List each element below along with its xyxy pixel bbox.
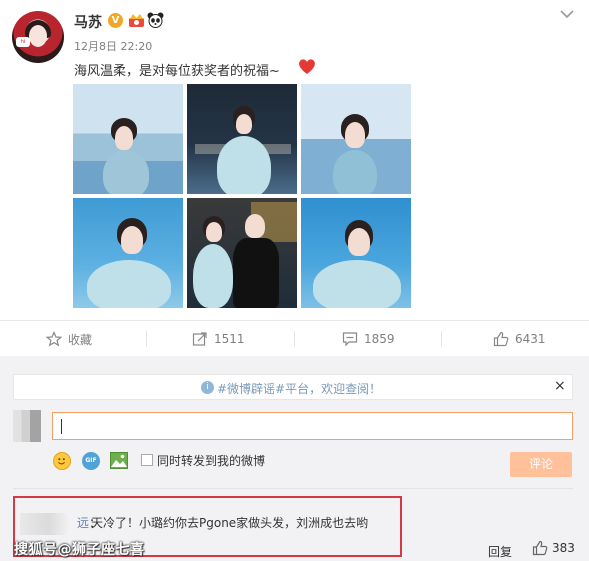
- star-icon: [46, 331, 62, 347]
- gif-icon[interactable]: GIF: [82, 452, 100, 470]
- post-photo-6[interactable]: [301, 198, 411, 308]
- verified-icon: V: [108, 13, 123, 28]
- submit-comment-button[interactable]: 评论: [510, 452, 572, 477]
- like-count: 6431: [515, 332, 546, 346]
- post-photo-3[interactable]: [301, 84, 411, 194]
- post-text: 海风温柔，是对每位获奖者的祝福~: [74, 64, 280, 79]
- heart-icon: [299, 59, 315, 74]
- crown-icon: [129, 14, 144, 27]
- rumor-notice-banner: i #微博辟谣#平台，欢迎查阅！ ×: [13, 374, 573, 400]
- post-photo-4[interactable]: [73, 198, 183, 308]
- text-cursor: [61, 419, 62, 434]
- comment-section: i #微博辟谣#平台，欢迎查阅！ × GIF 同时转发到我的微博 评论 远： 天…: [0, 356, 589, 561]
- divider: [441, 331, 442, 347]
- also-forward-checkbox[interactable]: [141, 454, 153, 466]
- thumbs-up-icon: [532, 540, 548, 556]
- also-forward-label: 同时转发到我的微博: [157, 454, 266, 468]
- comment-like-count: 383: [552, 541, 575, 555]
- comment-button[interactable]: 1859: [342, 321, 395, 357]
- post-action-bar: 收藏 1511 1859 6431: [0, 320, 589, 356]
- notice-text[interactable]: #微博辟谣#平台，欢迎查阅！: [217, 380, 381, 397]
- favorite-label: 收藏: [68, 332, 93, 347]
- post-photo-5[interactable]: [187, 198, 297, 308]
- current-user-avatar: [13, 410, 41, 442]
- forward-button[interactable]: 1511: [192, 321, 245, 357]
- like-button[interactable]: 6431: [493, 321, 546, 357]
- comment-item: 远： 天冷了！小璐约你去Pgone家做头发，刘洲成也去哟 搜狐号@狮子座七喜 回…: [0, 489, 589, 561]
- image-icon[interactable]: [110, 452, 128, 469]
- reply-button[interactable]: 回复: [488, 543, 512, 560]
- comment-count: 1859: [364, 332, 395, 346]
- chevron-down-icon[interactable]: [559, 8, 575, 20]
- favorite-button[interactable]: 收藏: [46, 321, 92, 357]
- comment-input[interactable]: [52, 412, 573, 440]
- thumbs-up-icon: [493, 331, 509, 347]
- avatar-speech-bubble: hi: [16, 37, 30, 47]
- close-icon[interactable]: ×: [554, 378, 566, 394]
- comment-text: 天冷了！小璐约你去Pgone家做头发，刘洲成也去哟: [91, 516, 369, 530]
- user-avatar[interactable]: hi: [12, 11, 64, 63]
- post-username[interactable]: 马苏: [74, 12, 102, 32]
- post-photo-1[interactable]: [73, 84, 183, 194]
- comment-like-button[interactable]: 383: [532, 540, 575, 556]
- info-icon: i: [201, 381, 214, 394]
- weibo-post: hi 马苏 V 12月8日 22:20 海风温柔，是对每位获奖者的祝福~: [0, 0, 589, 320]
- panda-icon: [147, 12, 164, 28]
- photo-grid: [72, 84, 412, 309]
- comment-icon: [342, 332, 358, 347]
- divider: [146, 331, 147, 347]
- watermark-text: 搜狐号@狮子座七喜: [14, 542, 145, 558]
- commenter-avatar[interactable]: [20, 513, 68, 535]
- forward-count: 1511: [214, 332, 245, 346]
- divider: [294, 331, 295, 347]
- forward-icon: [192, 332, 207, 346]
- post-timestamp[interactable]: 12月8日 22:20: [74, 38, 152, 54]
- emoji-icon[interactable]: [53, 452, 71, 470]
- post-photo-2[interactable]: [187, 84, 297, 194]
